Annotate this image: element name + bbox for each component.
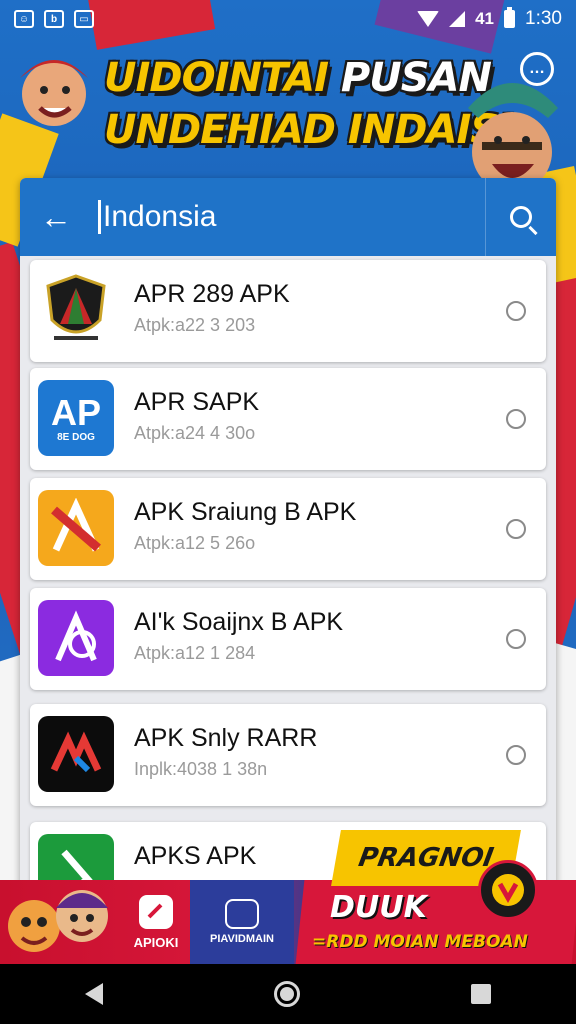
select-radio[interactable] [506, 745, 526, 765]
back-arrow-icon[interactable]: ← [20, 178, 92, 256]
promo-subline: =RDD MOIAN MEBOAN [312, 932, 528, 952]
promo-apk-tile[interactable]: APIOKI [124, 880, 188, 964]
purple-a-logo-icon [38, 600, 114, 676]
shield-logo-icon [38, 272, 114, 348]
nav-back-icon[interactable] [85, 983, 104, 1005]
bottom-promo-banner[interactable]: APIOKI PIAVIDMAIN PRAGNOI DUUK =RDD MOIA… [0, 830, 576, 964]
app-name: APR SAPK [134, 388, 260, 416]
signal-icon [449, 11, 466, 27]
text-caret [98, 200, 101, 234]
list-item[interactable]: AP 8E DOG APR SAPK Atpk:a24 4 30o [30, 368, 546, 470]
app-subtitle: Atpk:a24 4 30o [134, 423, 256, 443]
system-nav-bar [0, 964, 576, 1024]
search-input[interactable]: Indonsia [92, 178, 485, 256]
slash-logo-icon [38, 490, 114, 566]
promo-apk-label: APIOKI [133, 934, 179, 950]
app-name: APR 289 APK [134, 280, 290, 308]
app-name: APKS APK [134, 842, 257, 870]
app-name: AI'k Soaijnx B APK [134, 608, 344, 636]
search-bar: ← Indonsia [20, 178, 556, 256]
app-list-panel: ← Indonsia APR 289 APK Atpk:a22 3 203 AP… [20, 178, 556, 886]
red-m-logo-icon [38, 716, 114, 792]
select-radio[interactable] [506, 629, 526, 649]
chat-icon[interactable]: … [520, 52, 554, 86]
list-item[interactable]: APK Sraiung B APK Atpk:a12 5 26o [30, 478, 546, 580]
select-radio[interactable] [506, 519, 526, 539]
ap-logo-icon: AP 8E DOG [38, 380, 114, 456]
wifi-icon [417, 11, 440, 27]
image-icon: ▭ [74, 10, 94, 28]
select-radio[interactable] [506, 301, 526, 321]
list-item[interactable]: AI'k Soaijnx B APK Atpk:a12 1 284 [30, 588, 546, 690]
search-icon [510, 206, 532, 228]
list-item[interactable]: APK Snly RARR Inplk:4038 1 38n [30, 704, 546, 806]
promo-headline: DUUK [330, 890, 427, 925]
mascot-left-icon [20, 60, 88, 126]
app-subtitle: Atpk:a12 5 26o [134, 533, 256, 553]
brand-logo-icon [478, 860, 538, 920]
file-icon: b [44, 10, 64, 28]
nav-home-icon[interactable] [273, 981, 300, 1007]
clock: 1:30 [525, 8, 562, 29]
select-radio[interactable] [506, 409, 526, 429]
nav-recents-icon[interactable] [470, 984, 491, 1004]
app-subtitle: Atpk:a22 3 203 [134, 315, 256, 335]
app-subtitle: Atpk:a12 1 284 [134, 643, 256, 663]
app-name: APK Sraiung B APK [134, 498, 357, 526]
promo-banner: UIDOINTAI PUSAN UNDEHIAD INDAISI … [0, 38, 576, 218]
mascots-icon [8, 890, 108, 952]
promo-mid-tile[interactable]: PIAVIDMAIN [190, 880, 294, 964]
banner-title: UIDOINTAI PUSAN UNDEHIAD INDAISI [104, 55, 513, 153]
status-bar: ☺ b ▭ 41 1:30 [0, 0, 576, 38]
people-icon: ☺ [14, 10, 34, 28]
bag-icon [225, 899, 259, 929]
apk-shield-icon [139, 894, 173, 929]
battery-icon [504, 7, 516, 28]
list-item[interactable]: APR 289 APK Atpk:a22 3 203 [30, 260, 546, 362]
app-name: APK Snly RARR [134, 724, 318, 752]
signal-text: 41 [475, 9, 495, 28]
promo-mid-label: PIAVIDMAIN [210, 933, 274, 945]
search-button[interactable] [486, 178, 556, 256]
search-query: Indonsia [103, 200, 217, 233]
app-subtitle: Inplk:4038 1 38n [134, 759, 268, 779]
